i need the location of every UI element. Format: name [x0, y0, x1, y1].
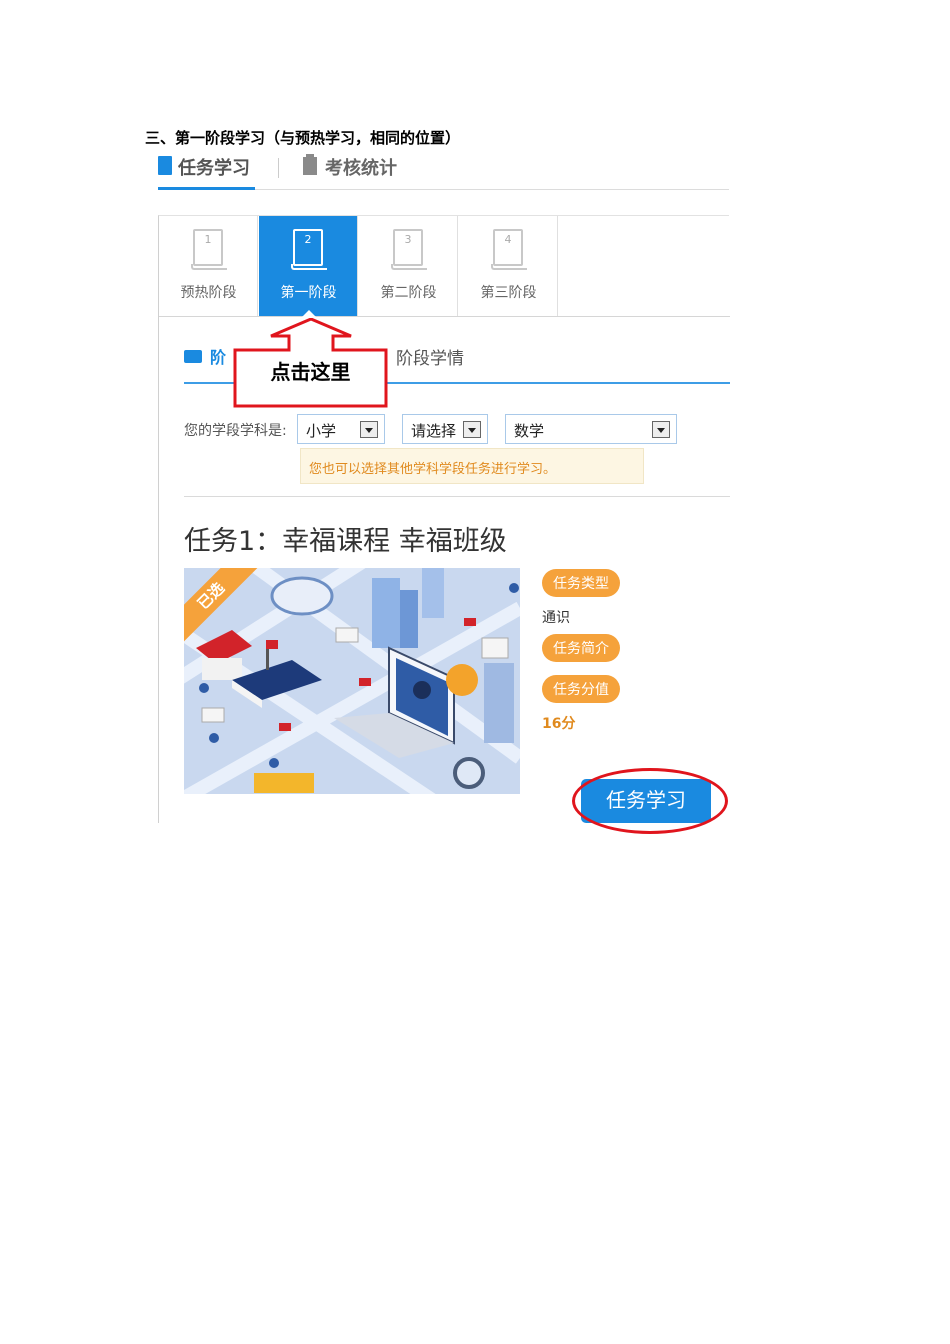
task-score-label: 任务分值 — [542, 675, 620, 703]
selector-label: 您的学段学科是: — [184, 423, 287, 439]
book-icon: 3 — [391, 229, 427, 270]
task-score-value: 16分 — [542, 716, 576, 732]
tab-task-study-label: 任务学习 — [178, 158, 250, 179]
active-pointer — [302, 310, 316, 317]
step-stage-three[interactable]: 4 第三阶段 — [459, 216, 558, 316]
chevron-down-icon — [463, 421, 481, 438]
step-label: 第二阶段 — [380, 285, 437, 301]
step-label: 第一阶段 — [280, 285, 337, 301]
task-intro-row: 任务简介 — [542, 634, 620, 662]
task-study-button[interactable]: 任务学习 — [581, 779, 711, 823]
task-title: 任务1：幸福课程 幸福班级 — [184, 526, 507, 557]
step-number: 4 — [504, 233, 512, 246]
subject-selector-row: 您的学段学科是: 小学 请选择 数学 — [184, 414, 704, 444]
task-type-label: 任务类型 — [542, 569, 620, 597]
subject-select[interactable]: 数学 — [505, 414, 677, 444]
task-type-row: 任务类型 — [542, 569, 620, 597]
book-icon: 2 — [291, 229, 327, 270]
book-icon: 4 — [491, 229, 527, 270]
task-illustration: 已选 — [184, 568, 520, 794]
chevron-down-icon — [360, 421, 378, 438]
selector-hint: 您也可以选择其他学科学段任务进行学习。 — [300, 448, 644, 484]
step-label: 预热阶段 — [180, 285, 237, 301]
book-icon — [158, 156, 172, 175]
stage-panel: 1 预热阶段 2 第一阶段 3 第二阶段 4 第三阶段 阶 阶段学情 您的学段学… — [158, 215, 730, 834]
tab-task-study[interactable]: 任务学习 — [158, 154, 255, 190]
clipboard-icon — [303, 154, 317, 175]
section-heading: 三、第一阶段学习（与预热学习，相同的位置） — [145, 129, 461, 147]
subject-select-value: 数学 — [514, 422, 545, 440]
step-number: 1 — [204, 233, 212, 246]
step-number: 3 — [404, 233, 412, 246]
step-stage-one[interactable]: 2 第一阶段 — [259, 216, 358, 317]
box-icon — [184, 349, 202, 363]
task-type-value-row: 通识 — [542, 607, 570, 627]
grade-select-value: 请选择 — [411, 422, 457, 440]
stage-select[interactable]: 小学 — [297, 414, 385, 444]
step-label: 第三阶段 — [480, 285, 537, 301]
stage-select-value: 小学 — [306, 422, 337, 440]
task-score-value-row: 16分 — [542, 713, 575, 733]
tab-divider — [278, 158, 279, 178]
stage-steps: 1 预热阶段 2 第一阶段 3 第二阶段 4 第三阶段 — [159, 216, 730, 317]
step-number: 2 — [304, 233, 312, 246]
task-score-row: 任务分值 — [542, 675, 620, 703]
task-type-value: 通识 — [542, 610, 570, 626]
task-intro-label[interactable]: 任务简介 — [542, 634, 620, 662]
top-nav: 任务学习 考核统计 — [158, 150, 729, 190]
click-here-callout: 点击这里 — [233, 318, 388, 408]
step-warmup[interactable]: 1 预热阶段 — [159, 216, 258, 316]
divider — [184, 496, 730, 497]
grade-select[interactable]: 请选择 — [402, 414, 488, 444]
tab-assessment-stats-label: 考核统计 — [325, 158, 397, 179]
book-icon: 1 — [191, 229, 227, 270]
subtab-stage-task-label: 阶 — [210, 348, 227, 367]
chevron-down-icon — [652, 421, 670, 438]
subtab-stage-status[interactable]: 阶段学情 — [396, 344, 464, 369]
click-here-text: 点击这里 — [270, 360, 351, 384]
subtab-stage-task[interactable]: 阶 — [184, 344, 226, 368]
step-stage-two[interactable]: 3 第二阶段 — [359, 216, 458, 316]
tab-assessment-stats[interactable]: 考核统计 — [303, 154, 397, 190]
